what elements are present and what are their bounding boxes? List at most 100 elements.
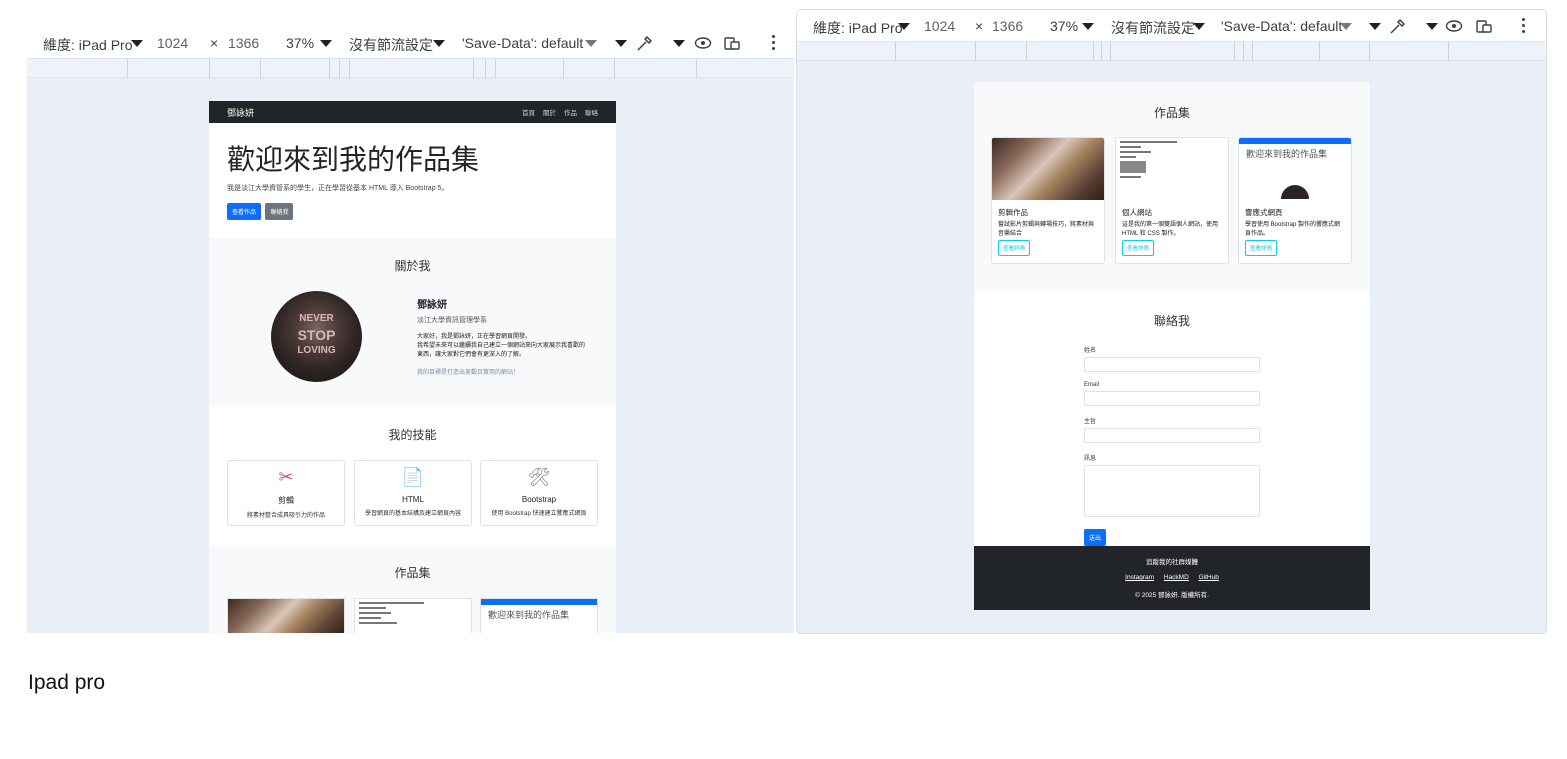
footer-heading: 追蹤我的社群媒體: [1146, 559, 1198, 566]
website-thumbnail: [1116, 138, 1228, 200]
device-preview-right: 維度: iPad Pro 1024 × 1366 37% 沒有節流設定 'Sav…: [797, 10, 1546, 633]
dimensions-dropdown-icon[interactable]: [131, 40, 143, 47]
website-preview-scrolled: 作品集 剪輯作品 嘗試影片剪輯與轉場技巧，將素材與音樂結合 查看詳情 個人網站 …: [974, 82, 1370, 610]
nav-link-contact[interactable]: 聯絡: [585, 107, 598, 117]
portfolio-card-editing: 剪輯作品 嘗試影片剪輯與轉場技巧，將素材與音樂結合 查看詳情: [991, 137, 1105, 264]
dimensions-dropdown-icon[interactable]: [898, 23, 910, 30]
skills-title: 我的技能: [388, 427, 437, 442]
about-name: 鄧詠妍: [417, 299, 447, 311]
editing-thumbnail: [992, 138, 1104, 200]
nav-link-home[interactable]: 首頁: [522, 107, 535, 117]
throttle-select[interactable]: 沒有節流設定: [349, 35, 433, 55]
view-details-button[interactable]: 查看詳情: [1245, 240, 1278, 256]
navbar: 鄧詠妍 首頁 關於 作品 聯絡: [209, 101, 616, 123]
save-data-select[interactable]: 'Save-Data': default: [462, 35, 583, 51]
contact-me-button[interactable]: 聯絡我: [265, 202, 294, 220]
skill-card-bootstrap: 🛠 Bootstrap 使用 Bootstrap 快速建立響應式網頁: [480, 459, 598, 526]
view-details-button[interactable]: 查看詳情: [998, 240, 1031, 256]
width-input[interactable]: 1024: [157, 35, 188, 51]
editing-thumbnail: [227, 597, 345, 633]
contact-section: 聯絡我 姓名 Email 主旨 訊息 送出: [974, 292, 1370, 546]
tools-icon: 🛠: [527, 466, 551, 487]
website-preview: 鄧詠妍 首頁 關於 作品 聯絡 歡迎來到我的作品集 我是淡江大學資管系的學生，正…: [209, 101, 616, 633]
zoom-select[interactable]: 37%: [1050, 18, 1078, 34]
save-data-dropdown-icon[interactable]: [585, 40, 597, 47]
navbar-brand[interactable]: 鄧詠妍: [227, 106, 514, 119]
document-icon: 📄: [401, 466, 425, 487]
footer-link-instagram[interactable]: Instagram: [1125, 574, 1154, 581]
save-data-dropdown-icon[interactable]: [1340, 23, 1352, 30]
media-query-ruler: [27, 58, 794, 78]
contact-form: 姓名 Email 主旨 訊息 送出: [1084, 345, 1260, 546]
height-input[interactable]: 1366: [228, 35, 259, 51]
device-dimensions-select[interactable]: 維度: iPad Pro: [813, 18, 902, 38]
width-input[interactable]: 1024: [924, 18, 955, 34]
about-bio: 大家好，我是鄧詠妍，正在學習網頁開發。 我希望未來可以繼續我自己建立一個網站來向…: [417, 333, 586, 358]
name-label: 姓名: [1084, 348, 1097, 354]
subject-label: 主旨: [1084, 419, 1097, 425]
message-field[interactable]: [1084, 465, 1260, 517]
about-title: 關於我: [394, 258, 431, 273]
zoom-dropdown-icon[interactable]: [1082, 23, 1094, 30]
device-preview-left: 維度: iPad Pro 1024 × 1366 37% 沒有節流設定 'Sav…: [27, 27, 794, 633]
media-query-ruler: [797, 41, 1546, 61]
responsive-thumbnail: 歡迎來到我的作品集: [1239, 138, 1351, 200]
throttle-dropdown-icon[interactable]: [433, 40, 445, 47]
zoom-select[interactable]: 37%: [286, 35, 314, 51]
caption: Ipad pro: [28, 671, 106, 694]
skill-card-editing: ✂ 剪輯 將素材整合成具吸引力的作品: [227, 459, 345, 526]
device-dimensions-select[interactable]: 維度: iPad Pro: [43, 35, 132, 55]
footer-link-github[interactable]: GitHub: [1199, 574, 1219, 581]
skills-section: 我的技能 ✂ 剪輯 將素材整合成具吸引力的作品 📄 HTML 學習網頁的基本結構…: [209, 407, 616, 545]
times-icon: ×: [975, 18, 984, 34]
eye-icon[interactable]: [694, 36, 712, 50]
eyedropper-dropdown-icon[interactable]: [673, 40, 685, 47]
footer: 追蹤我的社群媒體 Instagram HackMD GitHub © 2025 …: [974, 546, 1370, 610]
email-field[interactable]: [1084, 391, 1260, 406]
portfolio-card-website: 個人網站 這是我的第一個雙語個人網站，使用 HTML 和 CSS 製作。 查看詳…: [1115, 137, 1229, 264]
scissors-icon: ✂: [278, 466, 294, 487]
about-dept: 淡江大學資訊管理學系: [417, 316, 487, 324]
throttle-dropdown-icon[interactable]: [1193, 23, 1205, 30]
rotate-device-icon[interactable]: [723, 35, 741, 51]
eyedropper-dropdown-icon[interactable]: [1426, 23, 1438, 30]
times-icon: ×: [210, 35, 219, 51]
more-dropdown-icon[interactable]: [1369, 23, 1381, 30]
name-field[interactable]: [1084, 357, 1260, 372]
about-note: 我的目標是打造出美觀且實用的網站！: [417, 369, 520, 376]
zoom-dropdown-icon[interactable]: [320, 40, 332, 47]
footer-link-hackmd[interactable]: HackMD: [1164, 574, 1189, 581]
message-label: 訊息: [1084, 456, 1097, 462]
hero-title: 歡迎來到我的作品集: [227, 144, 480, 175]
portfolio-card-responsive: 歡迎來到我的作品集 響應式網頁 學習使用 Bootstrap 製作的響應式網頁作…: [1238, 137, 1352, 264]
eyedropper-icon[interactable]: [636, 34, 654, 52]
rotate-device-icon[interactable]: [1475, 18, 1493, 34]
skill-card-html: 📄 HTML 學習網頁的基本結構及建立網頁內容: [354, 459, 472, 526]
avatar: NEVER STOP LOVING: [271, 290, 362, 382]
device-toolbar: 維度: iPad Pro 1024 × 1366 37% 沒有節流設定 'Sav…: [27, 27, 794, 58]
portfolio-section: 作品集 歡迎來到我的作品集: [209, 544, 616, 633]
view-works-button[interactable]: 查看作品: [227, 202, 262, 220]
hero-subtitle: 我是淡江大學資管系的學生，正在學習從基本 HTML 導入 Bootstrap 5…: [227, 184, 449, 192]
eyedropper-icon[interactable]: [1389, 17, 1407, 35]
submit-button[interactable]: 送出: [1084, 529, 1107, 546]
email-label: Email: [1084, 382, 1100, 388]
portfolio-title: 作品集: [394, 565, 431, 580]
save-data-select[interactable]: 'Save-Data': default: [1221, 18, 1342, 34]
height-input[interactable]: 1366: [992, 18, 1023, 34]
view-details-button[interactable]: 查看詳情: [1122, 240, 1155, 256]
footer-copyright: © 2025 鄧詠妍. 版權所有.: [1135, 592, 1209, 599]
nav-link-about[interactable]: 關於: [543, 107, 556, 117]
throttle-select[interactable]: 沒有節流設定: [1111, 18, 1195, 38]
device-toolbar: 維度: iPad Pro 1024 × 1366 37% 沒有節流設定 'Sav…: [797, 10, 1546, 41]
nav-link-works[interactable]: 作品: [564, 107, 577, 117]
more-options-icon[interactable]: [1522, 18, 1526, 36]
website-thumbnail: [354, 597, 472, 633]
hero-section: 歡迎來到我的作品集 我是淡江大學資管系的學生，正在學習從基本 HTML 導入 B…: [209, 123, 616, 238]
more-dropdown-icon[interactable]: [615, 40, 627, 47]
more-options-icon[interactable]: [772, 35, 776, 53]
about-section: 關於我 NEVER STOP LOVING 鄧詠妍 淡江大學資訊管理學系 大家好…: [209, 237, 616, 407]
eye-icon[interactable]: [1445, 19, 1463, 33]
subject-field[interactable]: [1084, 428, 1260, 443]
responsive-thumbnail: 歡迎來到我的作品集: [480, 597, 598, 633]
